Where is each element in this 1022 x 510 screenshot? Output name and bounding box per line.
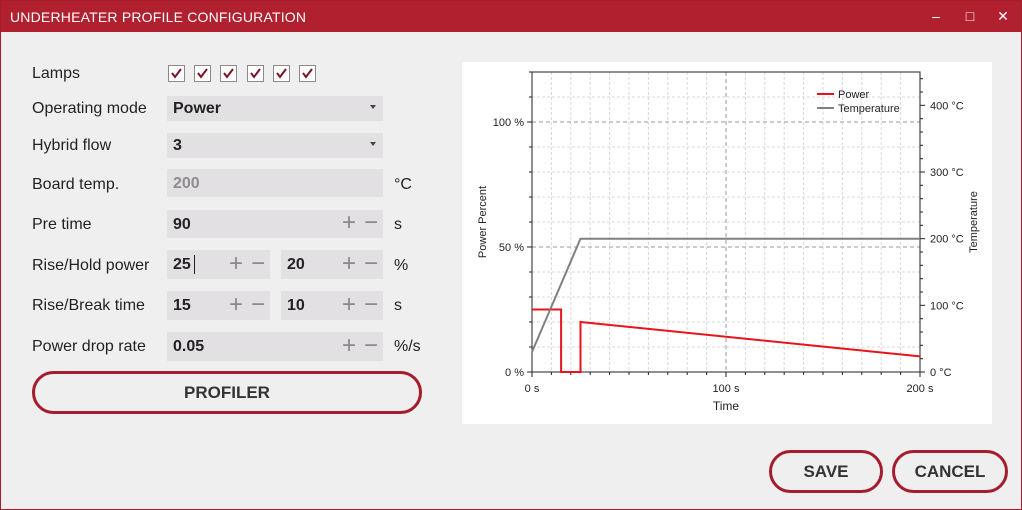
lamp-checkbox-3[interactable] [220,65,237,82]
y-left-tick-label: 100 % [493,117,524,129]
operating-mode-select[interactable]: Power [167,96,383,121]
power-drop-rate-decrement-button[interactable]: − [362,334,380,359]
chevron-down-icon [370,105,376,109]
check-icon [197,68,208,79]
y-right-tick-label: 100 °C [930,300,964,312]
rise-power-stepper[interactable]: 25 + − [167,250,270,279]
rise-power-decrement-button[interactable]: − [249,252,267,277]
window-title: UNDERHEATER PROFILE CONFIGURATION [10,9,307,25]
check-icon [302,68,313,79]
legend-power-label: Power [838,89,870,101]
hold-power-increment-button[interactable]: + [340,252,358,277]
hybrid-flow-value: 3 [173,137,182,154]
board-temp-label: Board temp. [32,176,120,193]
power-drop-rate-increment-button[interactable]: + [340,334,358,359]
hold-power-stepper[interactable]: 20 + − [281,250,383,279]
power-drop-rate-label: Power drop rate [32,338,146,355]
cancel-button[interactable]: CANCEL [892,450,1008,493]
rise-break-time-label: Rise/Break time [32,297,145,314]
operating-mode-value: Power [173,100,222,117]
rise-time-increment-button[interactable]: + [227,293,245,318]
rise-power-value: 25 [173,256,191,273]
profile-chart: 0 s 100 s 200 s 0 % 50 % 100 % 0 °C 100 °C 200 °… [462,62,992,424]
close-button[interactable]: ✕ [986,1,1020,32]
y-left-tick-label: 0 % [505,367,524,379]
check-icon [171,68,182,79]
window: UNDERHEATER PROFILE CONFIGURATION ‒ □ ✕ … [0,0,1022,510]
board-temp-field: 200 [167,169,383,197]
rise-time-value: 15 [173,297,191,314]
y-right-tick-label: 300 °C [930,167,964,179]
lamp-checkbox-1[interactable] [168,65,185,82]
hold-power-decrement-button[interactable]: − [362,252,380,277]
x-tick-label: 0 s [525,383,540,395]
y-right-tick-label: 400 °C [930,100,964,112]
check-icon [276,68,287,79]
lamps-label: Lamps [32,65,81,82]
pre-time-label: Pre time [32,216,92,233]
save-button[interactable]: SAVE [769,450,883,493]
lamp-checkbox-5[interactable] [273,65,290,82]
power-drop-rate-unit: %/s [394,338,421,355]
break-time-decrement-button[interactable]: − [362,293,380,318]
profile-chart-svg: 0 s 100 s 200 s 0 % 50 % 100 % 0 °C 100 °C 200 °… [477,71,980,413]
pre-time-decrement-button[interactable]: − [362,211,380,236]
legend-temperature-label: Temperature [838,103,900,115]
board-temp-value: 200 [173,175,200,192]
title-bar[interactable]: UNDERHEATER PROFILE CONFIGURATION ‒ □ ✕ [1,1,1021,32]
lamp-checkbox-4[interactable] [247,65,264,82]
rise-hold-power-unit: % [394,257,409,274]
x-tick-label: 100 s [713,383,740,395]
y-right-axis-label: Temperature [968,191,980,253]
hybrid-flow-label: Hybrid flow [32,137,112,154]
break-time-value: 10 [287,297,305,314]
profiler-button[interactable]: PROFILER [32,371,422,414]
y-left-axis-label: Power Percent [477,186,489,258]
pre-time-stepper[interactable]: 90 + − [167,210,383,238]
power-drop-rate-value: 0.05 [173,338,205,355]
chevron-down-icon [370,142,376,146]
break-time-increment-button[interactable]: + [340,293,358,318]
y-right-tick-label: 200 °C [930,234,964,246]
rise-power-increment-button[interactable]: + [227,252,245,277]
maximize-button[interactable]: □ [953,1,987,32]
break-time-stepper[interactable]: 10 + − [281,291,383,320]
text-cursor [194,255,195,274]
check-icon [223,68,234,79]
legend: Power Temperature [817,89,900,115]
rise-time-decrement-button[interactable]: − [249,293,267,318]
pre-time-value: 90 [173,216,191,233]
pre-time-unit: s [394,216,402,233]
power-drop-rate-stepper[interactable]: 0.05 + − [167,332,383,361]
tick-labels: 0 s 100 s 200 s 0 % 50 % 100 % 0 °C 100 °C 200 °… [493,100,964,395]
hold-power-value: 20 [287,256,305,273]
x-tick-label: 200 s [907,383,934,395]
board-temp-unit: °C [394,176,412,193]
operating-mode-label: Operating mode [32,100,147,117]
check-icon [250,68,261,79]
x-axis-label: Time [713,399,740,413]
rise-hold-power-label: Rise/Hold power [32,257,150,274]
y-left-tick-label: 50 % [499,242,524,254]
pre-time-increment-button[interactable]: + [340,211,358,236]
hybrid-flow-select[interactable]: 3 [167,133,383,158]
rise-time-stepper[interactable]: 15 + − [167,291,270,320]
lamp-checkbox-6[interactable] [299,65,316,82]
lamp-checkbox-2[interactable] [194,65,211,82]
rise-break-time-unit: s [394,297,402,314]
minimize-button[interactable]: ‒ [919,1,953,32]
y-right-tick-label: 0 °C [930,367,952,379]
